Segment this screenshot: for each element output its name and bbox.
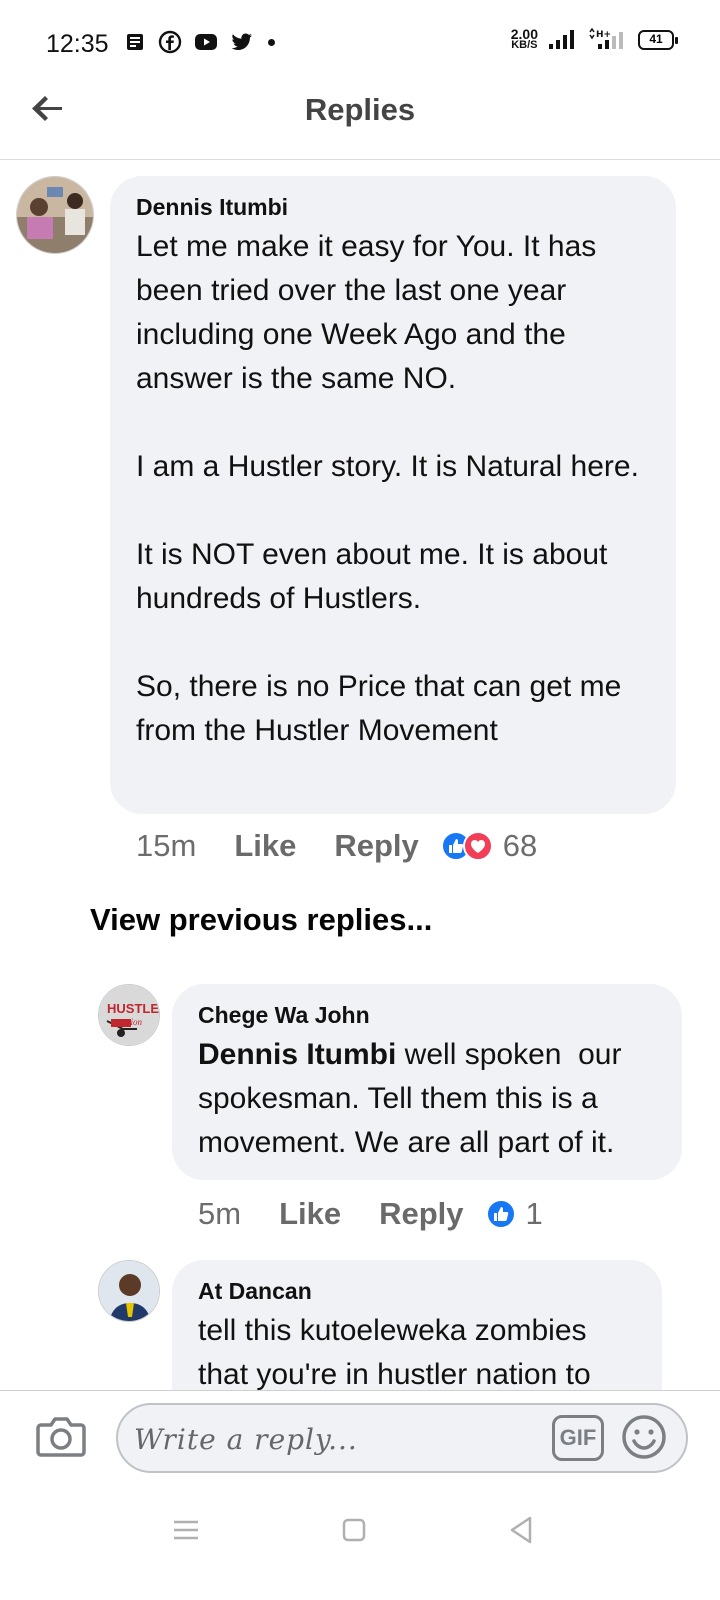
comment-bubble-dennis-itumbi[interactable]: Dennis Itumbi Let me make it easy for Yo… [110, 176, 676, 814]
reply-placeholder: Write a reply... [134, 1423, 358, 1456]
back-triangle-icon[interactable] [502, 1510, 542, 1550]
reaction-count: 1 [525, 1196, 543, 1231]
comment-actions: 5m Like Reply 1 [198, 1196, 543, 1232]
svg-text:HUSTLE: HUSTLE [107, 1001, 159, 1016]
like-button[interactable]: Like [234, 828, 296, 864]
avatar-at-dancan[interactable] [98, 1260, 160, 1322]
comment-actions: 15m Like Reply 68 [136, 828, 537, 864]
notification-icons [124, 30, 275, 54]
avatar-chege-wa-john[interactable]: HUSTLEnation [98, 984, 160, 1046]
gif-button[interactable]: GIF [552, 1415, 604, 1461]
system-indicators: 2.00 KB/S H+ 41 [510, 26, 678, 52]
reactions-summary[interactable]: 68 [440, 828, 538, 864]
reply-button[interactable]: Reply [334, 828, 418, 864]
reply-composer: Write a reply... GIF [0, 1390, 720, 1486]
facebook-icon [158, 30, 182, 54]
youtube-icon [195, 34, 217, 50]
comment-text: Dennis Itumbi well spoken our spokesman.… [198, 1038, 630, 1159]
home-square-icon[interactable] [334, 1510, 374, 1550]
comment-text: tell this kutoeleweka zombies that you'r… [198, 1314, 595, 1391]
love-reaction-icon [462, 831, 493, 861]
status-bar: 12:35 2.00 KB/S H+ 41 [0, 0, 720, 86]
comment-author[interactable]: Chege Wa John [198, 1002, 656, 1029]
top-bar: Replies [0, 86, 720, 160]
reply-input[interactable]: Write a reply... GIF [116, 1403, 688, 1473]
mention-tag[interactable]: Dennis Itumbi [198, 1038, 396, 1071]
battery-icon: 41 [638, 30, 678, 50]
comment-author[interactable]: At Dancan [198, 1278, 636, 1305]
more-notifications-dot [268, 38, 275, 46]
comment-author[interactable]: Dennis Itumbi [136, 194, 650, 221]
comment-bubble-chege-wa-john[interactable]: Chege Wa John Dennis Itumbi well spoken … [172, 984, 682, 1180]
avatar-dennis-itumbi[interactable] [16, 176, 94, 254]
comment-time: 15m [136, 828, 197, 863]
menu-icon[interactable] [166, 1510, 206, 1550]
reaction-count: 68 [502, 828, 538, 863]
like-reaction-icon [485, 1199, 516, 1229]
net-speed: 2.00 KB/S [510, 26, 538, 51]
page-title: Replies [304, 92, 416, 127]
comment-text: Let me make it easy for You. It has been… [136, 230, 639, 747]
twitter-icon [231, 33, 252, 50]
reply-button[interactable]: Reply [379, 1196, 463, 1232]
status-time: 12:35 [46, 30, 109, 58]
news-icon [127, 34, 143, 50]
reactions-summary[interactable]: 1 [485, 1196, 543, 1232]
signal-hplus-icon: H+ [589, 28, 623, 49]
svg-text:H+: H+ [596, 30, 611, 40]
like-button[interactable]: Like [279, 1196, 341, 1232]
emoji-icon[interactable] [620, 1413, 668, 1461]
signal-icon [549, 30, 574, 49]
system-navigation-bar [0, 1486, 720, 1600]
camera-icon[interactable] [36, 1413, 86, 1459]
comment-time: 5m [198, 1196, 242, 1231]
view-previous-replies-link[interactable]: View previous replies... [90, 902, 432, 938]
